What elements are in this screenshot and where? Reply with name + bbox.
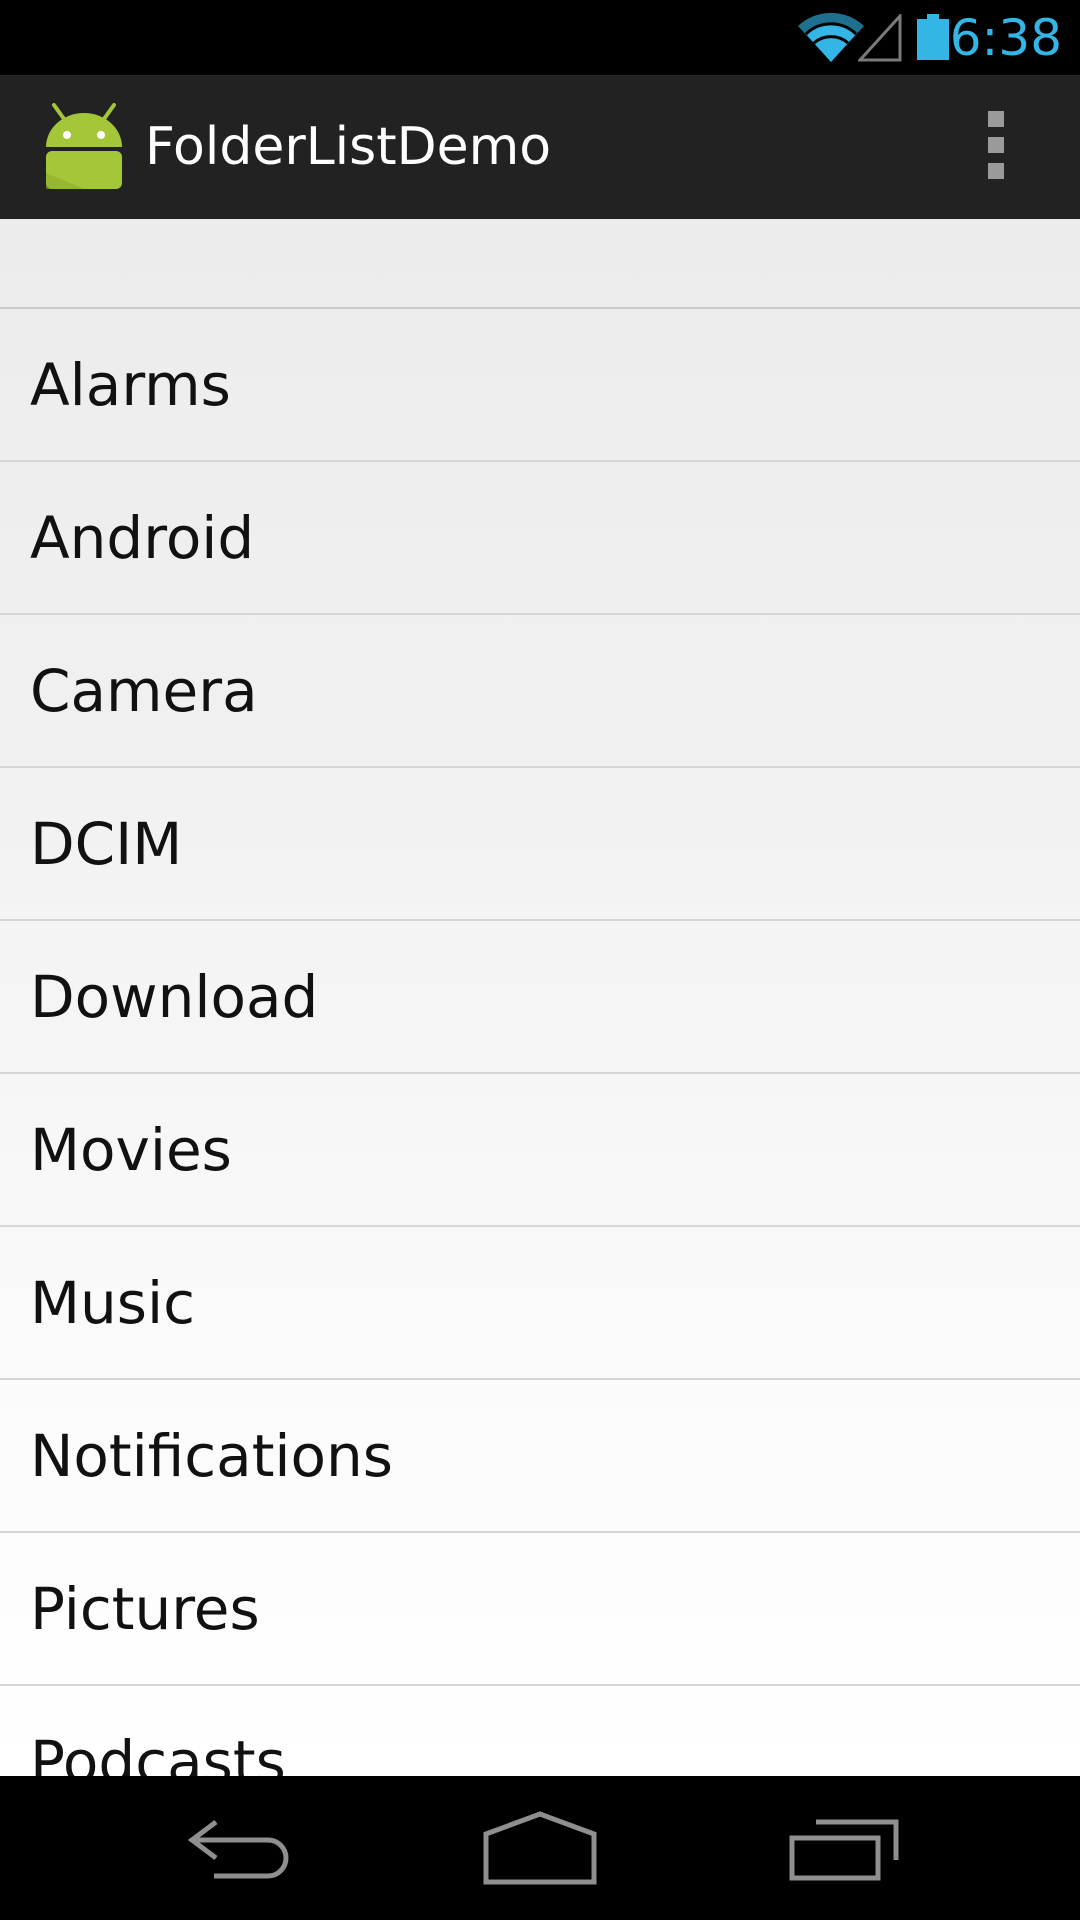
status-clock: 6:38 <box>949 9 1062 67</box>
action-bar: FolderListDemo <box>0 75 1080 219</box>
list-item-label: Camera <box>30 656 258 725</box>
folder-list[interactable]: Alarms Android Camera DCIM Download Movi… <box>0 219 1080 1776</box>
list-item-label: Download <box>30 962 319 1031</box>
list-item[interactable]: Android <box>0 462 1080 615</box>
list-item-label: Pictures <box>30 1574 260 1643</box>
navigation-bar <box>0 1776 1080 1920</box>
list-item-label: Music <box>30 1268 196 1337</box>
back-icon[interactable] <box>186 1816 292 1882</box>
list-item[interactable]: DCIM <box>0 768 1080 921</box>
list-item[interactable]: Pictures <box>0 1533 1080 1686</box>
recent-apps-icon[interactable] <box>788 1816 900 1882</box>
list-item[interactable]: Alarms <box>0 309 1080 462</box>
status-bar: 6:38 <box>0 0 1080 75</box>
list-item-label: DCIM <box>30 809 183 878</box>
cell-signal-icon <box>858 14 902 62</box>
screen: 6:38 FolderListDemo Alarms Android Camer… <box>0 0 1080 1920</box>
android-robot-icon <box>46 103 122 189</box>
overflow-menu-icon <box>988 111 1004 127</box>
list-item-label: Alarms <box>30 350 231 419</box>
home-icon[interactable] <box>482 1810 598 1886</box>
list-item[interactable]: Download <box>0 921 1080 1074</box>
overflow-dot <box>988 137 1004 153</box>
list-item[interactable]: Movies <box>0 1074 1080 1227</box>
list-item-label: Podcasts <box>30 1727 286 1777</box>
app-title: FolderListDemo <box>145 117 552 177</box>
list-item[interactable]: Music <box>0 1227 1080 1380</box>
list-item-label: Notifications <box>30 1421 394 1490</box>
list-item[interactable]: Camera <box>0 615 1080 768</box>
list-item-label: Movies <box>30 1115 232 1184</box>
list-header <box>0 219 1080 309</box>
battery-icon <box>917 14 949 60</box>
overflow-dot <box>988 163 1004 179</box>
list-item[interactable]: Notifications <box>0 1380 1080 1533</box>
list-item-label: Android <box>30 503 255 572</box>
wifi-icon <box>798 12 864 62</box>
overflow-menu-button[interactable] <box>966 111 1026 183</box>
list-item[interactable]: Podcasts <box>0 1686 1080 1777</box>
